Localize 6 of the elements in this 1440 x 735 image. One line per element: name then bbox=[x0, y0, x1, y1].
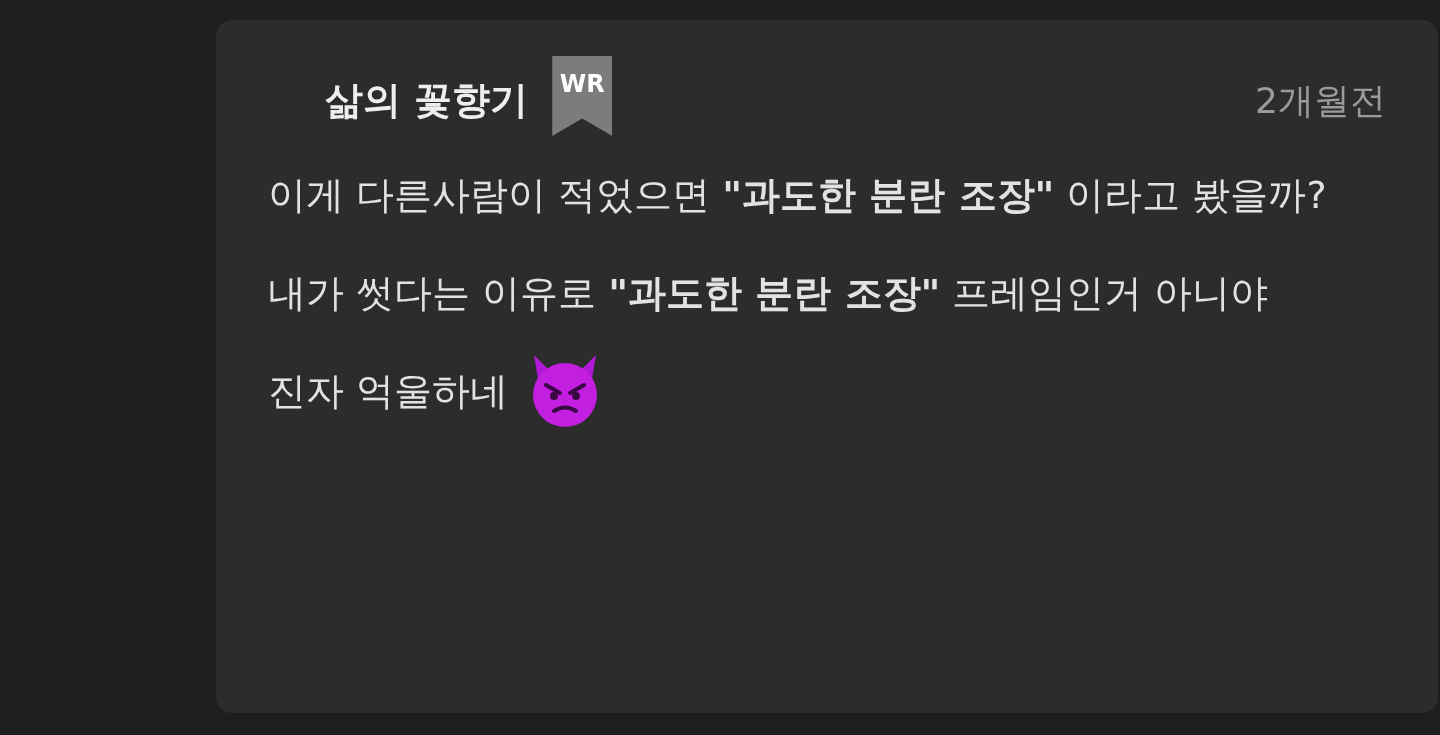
comment-text: 내가 썻다는 이유로 "과도한 분란 조장" 프레임인거 아니야 bbox=[268, 271, 1269, 315]
author-name[interactable]: 삶의 꽃향기 bbox=[325, 72, 529, 129]
comment-text: 진자 억울하네 bbox=[268, 369, 509, 413]
timestamp: 2개월전 bbox=[1255, 79, 1386, 123]
comment-text: 이게 다른사람이 적었으면 "과도한 분란 조장" 이라고 봤을까? bbox=[268, 173, 1327, 217]
bookmark-badge: WR bbox=[552, 56, 613, 136]
